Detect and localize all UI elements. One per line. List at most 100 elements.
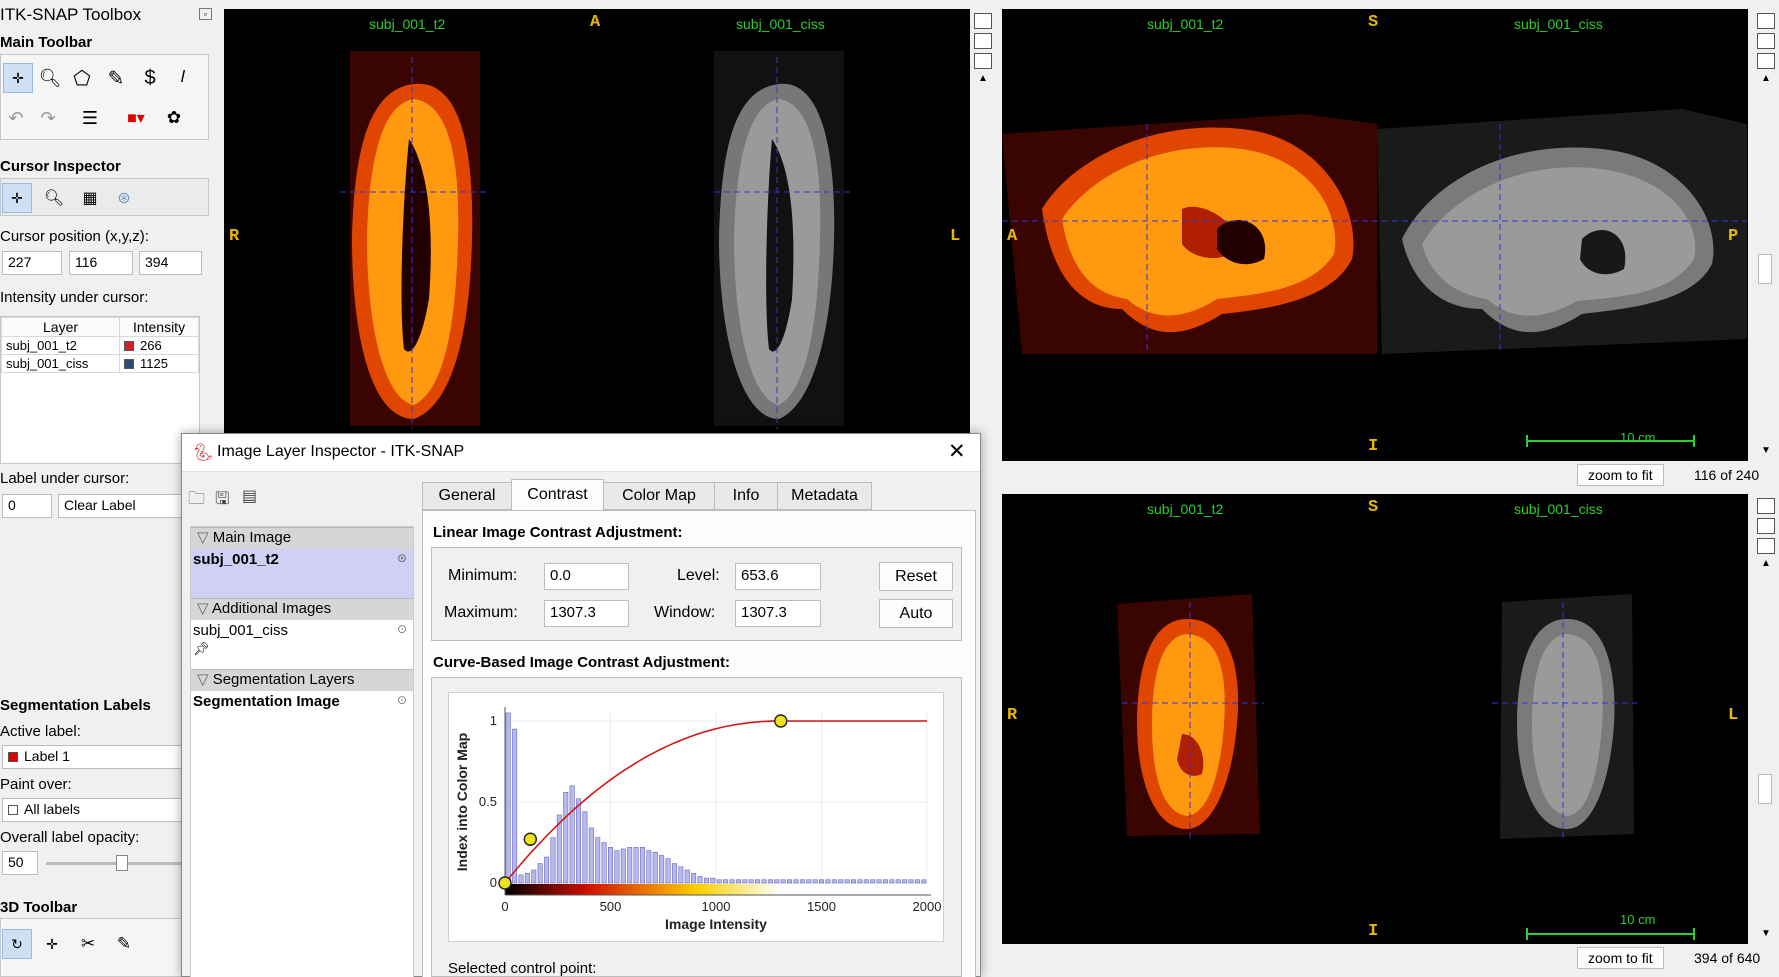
slice-scrollbar-handle[interactable] <box>1758 774 1772 804</box>
additional-images-group[interactable]: ▽ Additional Images <box>191 598 413 620</box>
opacity-slider-handle[interactable] <box>116 855 128 871</box>
control-point-handle[interactable] <box>498 876 512 890</box>
intensity-label: Intensity under cursor: <box>0 289 149 306</box>
histogram-bar <box>742 879 748 884</box>
sagittal-view[interactable]: subj_001_t2 subj_001_ciss S I A P 10 cm <box>1002 9 1748 461</box>
histogram-bar <box>595 837 601 884</box>
tab-contrast[interactable]: Contrast <box>511 479 604 511</box>
table-row[interactable]: subj_001_ciss 1125 <box>0 354 199 373</box>
layer-menu-icon[interactable]: ⊙ <box>397 622 407 636</box>
histogram-bar <box>659 855 665 884</box>
redo-icon[interactable]: ↷ <box>33 103 63 133</box>
slice-scrollbar-handle[interactable] <box>1758 254 1772 284</box>
scroll-down-icon[interactable]: ▼ <box>1754 928 1778 939</box>
scroll-up-icon[interactable]: ▲ <box>1754 73 1778 84</box>
tab-general[interactable]: General <box>422 482 512 510</box>
main-image-group[interactable]: ▽ Main Image <box>191 527 413 549</box>
reset-button[interactable]: Reset <box>879 562 953 591</box>
close-icon[interactable]: ✕ <box>948 439 966 464</box>
tab-info[interactable]: Info <box>714 482 778 510</box>
level-field[interactable]: 653.6 <box>735 563 821 590</box>
save-icon[interactable]: 🖫 <box>215 486 229 515</box>
histogram-bar <box>524 872 530 884</box>
label-name-field[interactable]: Clear Label <box>58 494 188 518</box>
paintbrush-tool-icon[interactable]: ✎ <box>101 63 131 93</box>
histogram-bar <box>889 879 895 884</box>
coronal-view[interactable]: subj_001_t2 subj_001_ciss S I R L 10 cm <box>1002 494 1748 944</box>
layer-item-main[interactable]: subj_001_t2 ⊙ <box>191 549 413 598</box>
scroll-up-icon[interactable]: ▲ <box>971 73 995 84</box>
layout-icon[interactable] <box>1757 498 1775 514</box>
cursor-x-field[interactable]: 227 <box>2 251 62 275</box>
annotation-tool-icon[interactable]: 𝐼 <box>168 63 198 93</box>
restore-icon[interactable]: ▫ <box>199 8 212 20</box>
label-id-field[interactable]: 0 <box>2 494 52 518</box>
tab-color-map[interactable]: Color Map <box>603 482 715 510</box>
grid-tab-icon[interactable]: ▦ <box>75 183 105 213</box>
histogram-bar <box>806 879 812 884</box>
tile-icon[interactable] <box>1757 518 1775 534</box>
opacity-field[interactable]: 50 <box>2 851 38 875</box>
axial-view[interactable]: subj_001_t2 subj_001_ciss A R L <box>224 9 970 433</box>
tab-metadata[interactable]: Metadata <box>777 482 872 510</box>
histogram-bar <box>863 879 869 884</box>
label-color-icon[interactable]: ■▾ <box>121 103 151 133</box>
window-field[interactable]: 1307.3 <box>735 600 821 627</box>
histogram-bar <box>512 728 518 884</box>
layers-icon[interactable]: ☰ <box>75 103 105 133</box>
scroll-down-icon[interactable]: ▼ <box>1754 445 1778 456</box>
toolbox-panel: ITK-SNAP Toolbox ▫ Main Toolbar ✛ 🔍︎ ⬠ ✎… <box>0 0 212 977</box>
zoom-tab-icon[interactable]: 🔍︎ <box>39 183 69 213</box>
camera-icon[interactable] <box>1757 53 1775 69</box>
zoom-tool-icon[interactable]: 🔍︎ <box>35 63 65 93</box>
tile-icon[interactable] <box>1757 33 1775 49</box>
spray-icon[interactable]: ✎ <box>109 929 139 959</box>
color-swatch <box>124 359 135 369</box>
polygon-tool-icon[interactable]: ⬠ <box>67 63 97 93</box>
segmentation-layers-group[interactable]: ▽ Segmentation Layers <box>191 669 413 691</box>
layer-menu-icon[interactable]: ⊙ <box>397 551 407 565</box>
layer-item-segmentation[interactable]: Segmentation Image ⊙ <box>191 691 413 731</box>
x-tick-label: 2000 <box>913 899 942 914</box>
active-label-value: Label 1 <box>24 748 70 764</box>
zoom-to-fit-button[interactable]: zoom to fit <box>1577 947 1664 969</box>
camera-icon[interactable] <box>1757 538 1775 554</box>
itksnap-logo-icon: 🐍︎ <box>192 443 214 462</box>
camera-icon[interactable] <box>974 53 992 69</box>
cursor-y-field[interactable]: 116 <box>69 251 133 275</box>
open-folder-icon[interactable]: 🗀 <box>188 486 205 515</box>
layer-item-additional[interactable]: subj_001_ciss ⊙ 📌︎ <box>191 620 413 669</box>
view-layer-name: subj_001_ciss <box>1514 501 1603 517</box>
layout-icon[interactable] <box>1757 13 1775 29</box>
snake-tool-icon[interactable]: $ <box>135 63 165 93</box>
zoom-to-fit-button[interactable]: zoom to fit <box>1577 464 1664 486</box>
tile-icon[interactable] <box>974 33 992 49</box>
orientation-top: S <box>1368 498 1379 517</box>
maximum-field[interactable]: 1307.3 <box>544 600 629 627</box>
sync-tab-icon[interactable]: ⊛ <box>109 183 139 213</box>
scalpel-icon[interactable]: ✂ <box>73 929 103 959</box>
layout-icon[interactable] <box>974 13 992 29</box>
control-point-handle[interactable] <box>523 832 538 846</box>
scroll-up-icon[interactable]: ▲ <box>1754 558 1778 569</box>
histogram-bar <box>608 847 613 884</box>
undo-icon[interactable]: ↶ <box>1 103 31 133</box>
pin-icon[interactable]: 📌︎ <box>193 641 411 657</box>
layer-menu-icon[interactable]: ⊙ <box>397 693 407 707</box>
palette-icon[interactable]: ✿ <box>159 103 189 133</box>
minimum-field[interactable]: 0.0 <box>544 563 629 590</box>
histogram-bar <box>544 856 550 884</box>
cursor-tab-icon[interactable]: ✛ <box>2 183 32 213</box>
crosshair-tool-icon[interactable]: ✛ <box>3 63 33 93</box>
active-label-select[interactable]: Label 1 <box>2 745 202 769</box>
control-point-handle[interactable] <box>774 714 788 728</box>
crosshair-3d-icon[interactable]: ✛ <box>37 929 67 959</box>
rotate-3d-icon[interactable]: ↻ <box>2 929 32 959</box>
contrast-curve-chart[interactable]: 0 500 1000 1500 2000 0 0.5 1 Image Intensity Inde… <box>449 693 943 941</box>
cursor-z-field[interactable]: 394 <box>139 251 202 275</box>
paint-over-label: Paint over: <box>0 776 72 793</box>
layout-icon[interactable]: ▤ <box>242 486 257 506</box>
paint-over-select[interactable]: All labels <box>2 798 202 822</box>
table-row[interactable]: subj_001_t2 266 <box>0 336 199 355</box>
auto-button[interactable]: Auto <box>879 599 953 628</box>
